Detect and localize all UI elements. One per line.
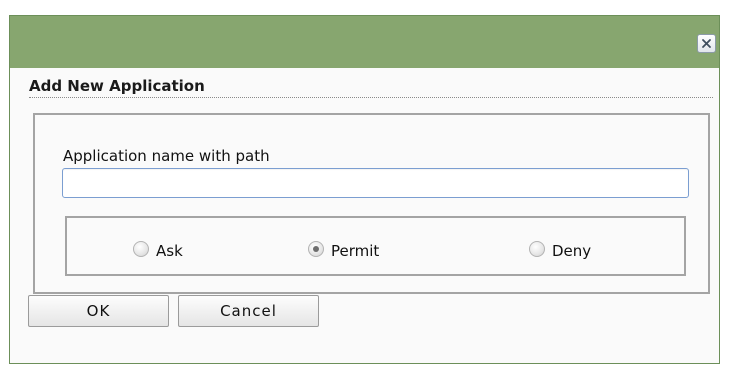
close-icon (702, 39, 711, 48)
app-path-label: Application name with path (63, 147, 270, 165)
radio-permit-label: Permit (331, 242, 380, 260)
radio-ask-button[interactable] (133, 241, 149, 257)
radio-deny-label: Deny (552, 242, 592, 260)
action-radio-group: Ask Permit Deny (65, 216, 686, 276)
radio-permit[interactable]: Permit (308, 239, 380, 260)
radio-deny[interactable]: Deny (529, 239, 592, 260)
app-path-input[interactable] (62, 168, 689, 198)
radio-ask[interactable]: Ask (133, 239, 183, 260)
application-form-group: Application name with path Ask Permit De… (33, 113, 710, 294)
dialog-titlebar[interactable] (10, 16, 719, 68)
radio-ask-label: Ask (156, 242, 183, 260)
cancel-button[interactable]: Cancel (178, 295, 319, 327)
ok-button[interactable]: OK (28, 295, 169, 327)
close-button[interactable] (697, 34, 716, 53)
radio-deny-button[interactable] (529, 241, 545, 257)
radio-permit-button[interactable] (308, 241, 324, 257)
dialog-heading: Add New Application (29, 77, 205, 95)
heading-divider (29, 97, 713, 98)
